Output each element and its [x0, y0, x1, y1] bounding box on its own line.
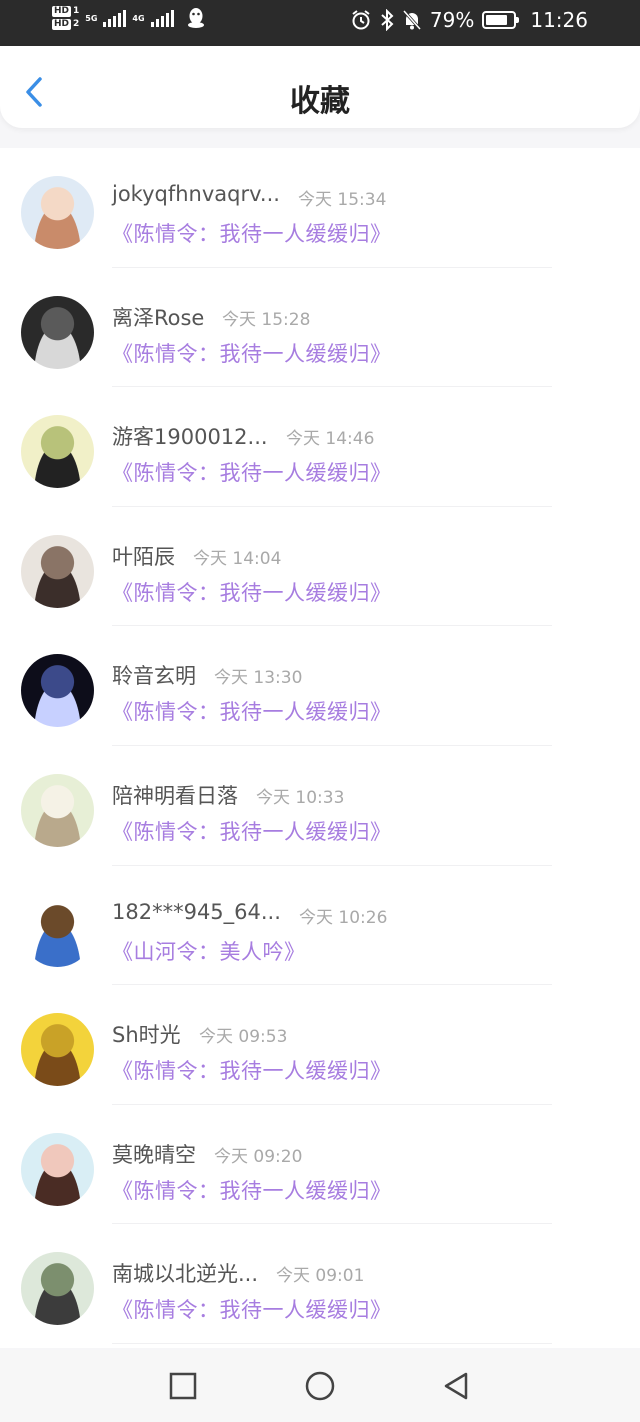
hd1-number: 1: [73, 6, 80, 16]
status-right: 79% 11:26: [350, 8, 588, 32]
list-item[interactable]: Sh时光 今天 09:53 《陈情令：我待一人缓缓归》: [0, 985, 640, 1105]
app-header: 收藏: [0, 46, 640, 128]
back-triangle-icon[interactable]: [440, 1370, 472, 1402]
list-item[interactable]: 游客1900012... 今天 14:46 《陈情令：我待一人缓缓归》: [0, 387, 640, 507]
work-title[interactable]: 《陈情令：我待一人缓缓归》: [112, 696, 392, 726]
avatar[interactable]: [21, 295, 94, 369]
status-bar: HD 1 HD 2 5G 4G 79% 11:26: [0, 0, 640, 46]
user-name[interactable]: 南城以北逆光...: [112, 1258, 258, 1288]
avatar[interactable]: [21, 1013, 94, 1087]
work-title[interactable]: 《陈情令：我待一人缓缓归》: [112, 1175, 392, 1205]
timestamp: 今天 10:33: [256, 787, 345, 808]
work-title[interactable]: 《陈情令：我待一人缓缓归》: [112, 816, 392, 846]
avatar[interactable]: [21, 773, 94, 847]
hd2-indicator: HD 2: [52, 19, 79, 30]
user-name[interactable]: 陪神明看日落: [112, 780, 238, 810]
list-item[interactable]: 叶陌辰 今天 14:04 《陈情令：我待一人缓缓归》: [0, 507, 640, 627]
battery-percent: 79%: [429, 8, 475, 32]
clock: 11:26: [530, 8, 588, 32]
bluetooth-icon: [381, 9, 394, 31]
timestamp: 今天 09:01: [276, 1266, 365, 1287]
avatar[interactable]: [21, 1252, 94, 1326]
avatar[interactable]: [21, 415, 94, 489]
user-name[interactable]: 莫晚晴空: [112, 1139, 196, 1169]
qq-penguin-icon: [187, 8, 204, 28]
timestamp: 今天 14:04: [193, 548, 282, 569]
list-item[interactable]: jokyqfhnvaqrv... 今天 15:34 《陈情令：我待一人缓缓归》: [0, 148, 640, 268]
network-4g-label: 4G: [132, 13, 145, 23]
list-item[interactable]: 离泽Rose 今天 15:28 《陈情令：我待一人缓缓归》: [0, 268, 640, 388]
user-name[interactable]: Sh时光: [112, 1019, 181, 1049]
timestamp: 今天 15:28: [222, 309, 311, 330]
sim-indicators: HD 1 HD 2: [52, 6, 79, 30]
hd1-label: HD: [52, 6, 72, 17]
signal-icon: [103, 9, 127, 27]
alarm-icon: [352, 10, 370, 30]
home-circle-icon[interactable]: [304, 1370, 336, 1402]
hd2-number: 2: [73, 19, 80, 29]
work-title[interactable]: 《陈情令：我待一人缓缓归》: [112, 1055, 392, 1085]
status-left: HD 1 HD 2 5G 4G: [52, 6, 206, 30]
work-title[interactable]: 《陈情令：我待一人缓缓归》: [112, 577, 392, 607]
list-item[interactable]: 南城以北逆光... 今天 09:01 《陈情令：我待一人缓缓归》: [0, 1224, 640, 1344]
list-item[interactable]: 陪神明看日落 今天 10:33 《陈情令：我待一人缓缓归》: [0, 746, 640, 866]
network-type-1: 5G: [85, 14, 97, 23]
user-name[interactable]: 182***945_64...: [112, 900, 281, 924]
user-name[interactable]: 叶陌辰: [112, 541, 175, 571]
avatar[interactable]: [21, 893, 94, 967]
timestamp: 今天 10:26: [299, 907, 388, 928]
timestamp: 今天 14:46: [286, 429, 375, 450]
battery-fill: [486, 15, 507, 25]
work-title[interactable]: 《陈情令：我待一人缓缓归》: [112, 338, 392, 368]
hd2-label: HD: [52, 19, 72, 30]
timestamp: 今天 13:30: [214, 668, 303, 689]
user-name[interactable]: 游客1900012...: [112, 421, 268, 451]
system-nav-bar: [0, 1350, 640, 1422]
timestamp: 今天 15:34: [298, 190, 387, 210]
timestamp: 今天 09:20: [214, 1146, 303, 1167]
user-name[interactable]: jokyqfhnvaqrv...: [112, 182, 280, 206]
avatar[interactable]: [21, 654, 94, 728]
hd1-indicator: HD 1: [52, 6, 79, 17]
list-item[interactable]: 聆音玄明 今天 13:30 《陈情令：我待一人缓缓归》: [0, 626, 640, 746]
work-title[interactable]: 《陈情令：我待一人缓缓归》: [112, 218, 392, 248]
page-title: 收藏: [290, 84, 350, 119]
mute-bell-icon: [402, 10, 422, 30]
battery-icon: [482, 11, 520, 29]
work-title[interactable]: 《山河令：美人吟》: [112, 936, 306, 966]
work-title[interactable]: 《陈情令：我待一人缓缓归》: [112, 1294, 392, 1324]
user-name[interactable]: 聆音玄明: [112, 660, 196, 690]
avatar[interactable]: [21, 1132, 94, 1206]
avatar[interactable]: [21, 176, 94, 249]
work-title[interactable]: 《陈情令：我待一人缓缓归》: [112, 457, 392, 487]
list-item[interactable]: 莫晚晴空 今天 09:20 《陈情令：我待一人缓缓归》: [0, 1105, 640, 1225]
network-type-2: 4G: [132, 14, 144, 23]
network-5g-label: 5G: [85, 13, 98, 23]
user-name[interactable]: 离泽Rose: [112, 302, 204, 332]
list-item[interactable]: 182***945_64... 今天 10:26 《山河令：美人吟》: [0, 866, 640, 986]
favorites-list: jokyqfhnvaqrv... 今天 15:34 《陈情令：我待一人缓缓归》 …: [0, 148, 640, 1348]
recents-square-icon[interactable]: [167, 1370, 199, 1402]
timestamp: 今天 09:53: [199, 1027, 288, 1048]
signal-2-icon: [150, 9, 174, 27]
avatar[interactable]: [21, 534, 94, 608]
divider: [112, 1342, 552, 1344]
